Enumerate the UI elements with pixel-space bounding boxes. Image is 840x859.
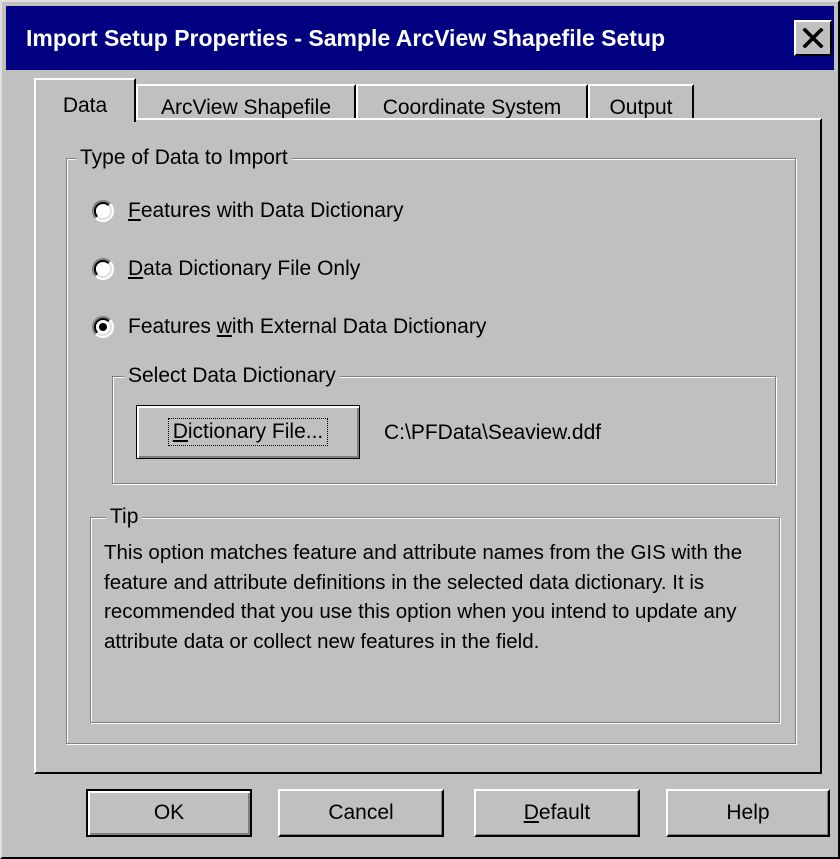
ok-button[interactable]: OK [86,789,252,837]
default-button-label: Default [523,801,591,824]
radio-features-with-data-dictionary[interactable]: Features with Data Dictionary [92,199,403,223]
cancel-button[interactable]: Cancel [278,789,444,837]
default-button[interactable]: Default [474,789,640,837]
radio-unchecked-icon[interactable] [92,200,114,222]
tab-output[interactable]: Output [588,84,694,120]
title-bar[interactable]: Import Setup Properties - Sample ArcView… [6,6,834,70]
radio-data-dictionary-file-only[interactable]: Data Dictionary File Only [92,257,360,281]
close-icon [802,28,824,48]
dictionary-file-button-label: Dictionary File... [167,418,329,446]
close-button[interactable] [794,20,832,56]
window-title: Import Setup Properties - Sample ArcView… [26,25,666,51]
radio-checked-icon[interactable] [92,316,114,338]
radio-label: Features with Data Dictionary [128,199,404,222]
tab-arcview-shapefile[interactable]: ArcView Shapefile [136,84,356,120]
dictionary-file-button[interactable]: Dictionary File... [136,405,360,459]
help-button[interactable]: Help [666,789,830,837]
radio-label: Data Dictionary File Only [128,257,361,280]
radio-unchecked-icon[interactable] [92,258,114,280]
radio-features-with-external-data-dictionary[interactable]: Features with External Data Dictionary [92,315,486,339]
tab-coordinate-system[interactable]: Coordinate System [356,84,588,120]
radio-label: Features with External Data Dictionary [128,315,487,338]
